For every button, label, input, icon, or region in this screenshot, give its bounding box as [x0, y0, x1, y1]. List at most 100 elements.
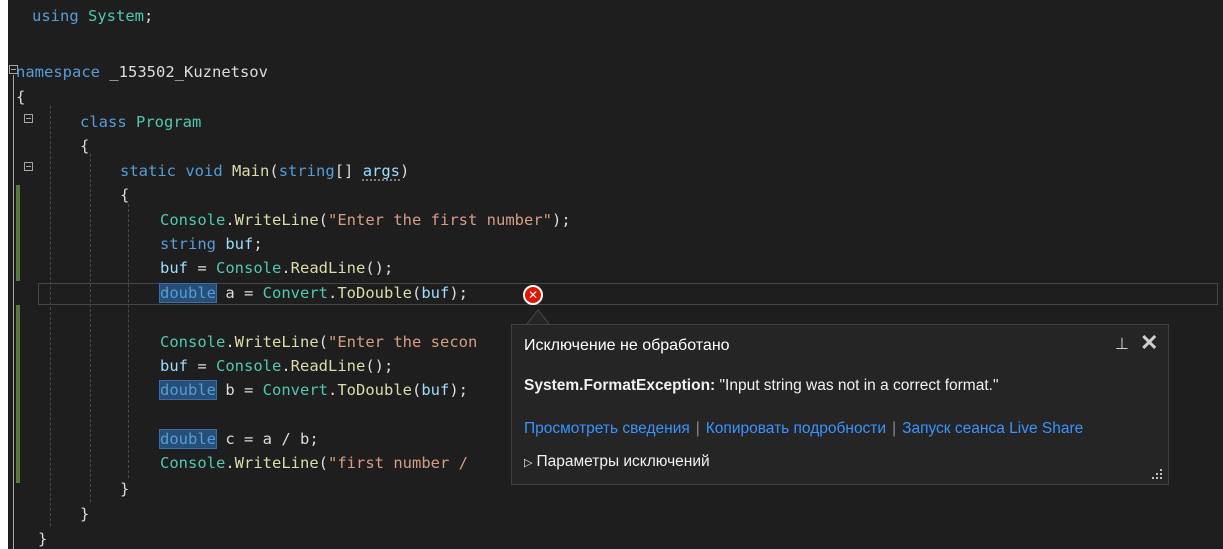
code-line[interactable]: double a = Convert.ToDouble(buf); [8, 281, 1223, 305]
code-line[interactable]: Console.WriteLine("Enter the first numbe… [8, 208, 1223, 232]
code-token: static [120, 162, 176, 180]
code-line[interactable]: { [8, 183, 1223, 207]
code-line-text: } [38, 527, 47, 549]
code-line-text: { [80, 134, 89, 158]
code-line-text: double c = a / b; [159, 427, 319, 451]
code-line[interactable]: } [8, 502, 1223, 526]
code-token: ); [449, 284, 469, 302]
code-line-text: double a = Convert.ToDouble(buf); [159, 281, 469, 305]
exception-settings-label: Параметры исключений [536, 453, 710, 470]
code-line[interactable]: } [8, 527, 1223, 549]
code-line-text: namespace _153502_Kuznetsov [16, 60, 268, 84]
code-line[interactable]: { [8, 85, 1223, 109]
code-token: ) [400, 162, 410, 180]
code-line-text: buf = Console.ReadLine(); [160, 354, 393, 378]
code-line[interactable]: static void Main(string[] args) [8, 159, 1223, 183]
close-icon[interactable]: ✕ [1140, 330, 1158, 356]
code-token: class [80, 113, 127, 131]
exception-message: System.FormatException: "Input string wa… [524, 377, 998, 395]
code-token: . [281, 259, 291, 277]
code-line-text: buf = Console.ReadLine(); [160, 256, 393, 280]
code-token: } [38, 530, 48, 548]
code-token: Console [216, 357, 282, 375]
code-token: using [32, 7, 79, 25]
code-token: (); [365, 357, 394, 375]
popup-pointer-inner [527, 311, 549, 325]
code-token: _153502_Kuznetsov [100, 63, 268, 81]
resize-grip-icon[interactable] [1152, 469, 1162, 479]
link-separator: | [695, 420, 700, 437]
code-token: WriteLine [234, 454, 319, 472]
code-token: (); [365, 259, 394, 277]
exception-text: "Input string was not in a correct forma… [715, 377, 999, 394]
exception-settings-expander[interactable]: ▷ Параметры исключений [524, 453, 710, 471]
code-token: string [160, 235, 216, 253]
code-token: = [188, 259, 216, 277]
code-token: c = a / b; [216, 430, 319, 448]
code-token: ( [318, 211, 329, 229]
code-token: double [159, 283, 217, 303]
code-token: b = [216, 381, 263, 399]
code-line-text: double b = Convert.ToDouble(buf); [159, 378, 469, 402]
code-token: WriteLine [234, 333, 319, 351]
code-token: ( [318, 333, 329, 351]
code-token: . [225, 211, 235, 229]
code-token: { [80, 137, 90, 155]
live-share-link[interactable]: Запуск сеанса Live Share [902, 420, 1083, 437]
code-token: . [328, 381, 338, 399]
code-token: ); [449, 381, 469, 399]
code-line[interactable]: namespace _153502_Kuznetsov [8, 60, 1223, 84]
code-token: Console [160, 211, 226, 229]
code-line[interactable]: class Program [8, 110, 1223, 134]
code-line-text: Console.WriteLine("Enter the secon [160, 330, 477, 354]
error-icon[interactable]: ✕ [523, 285, 543, 305]
exception-type: System.FormatException: [524, 377, 716, 394]
code-line-text: } [120, 477, 129, 501]
code-line-text: using System; [32, 4, 153, 28]
code-token: a = [216, 284, 263, 302]
code-line[interactable]: string buf; [8, 232, 1223, 256]
pin-icon[interactable]: ⊥ [1115, 334, 1129, 354]
code-token: buf [421, 284, 450, 302]
code-token: } [80, 505, 90, 523]
code-line-text: class Program [80, 110, 201, 134]
code-token: void [185, 162, 223, 180]
code-token: double [159, 429, 217, 449]
code-line[interactable]: buf = Console.ReadLine(); [8, 256, 1223, 280]
view-details-link[interactable]: Просмотреть сведения [524, 420, 690, 437]
code-token: { [16, 88, 26, 106]
code-token: double [159, 380, 217, 400]
code-token: "Enter the secon [328, 333, 478, 351]
code-token: Convert [262, 381, 328, 399]
code-token: args [362, 162, 401, 180]
code-token: Console [160, 333, 226, 351]
code-line-text: Console.WriteLine("first number / [160, 451, 477, 475]
copy-details-link[interactable]: Копировать подробности [706, 420, 886, 437]
code-token: ReadLine [290, 259, 366, 277]
code-token: [] [334, 162, 363, 180]
code-token: string [278, 162, 335, 180]
code-token: Convert [262, 284, 328, 302]
code-line-text: static void Main(string[] args) [120, 159, 409, 183]
code-token: ); [551, 211, 571, 229]
code-token: ToDouble [337, 284, 412, 302]
code-token: ( [412, 381, 422, 399]
code-token: Console [216, 259, 282, 277]
code-line[interactable]: { [8, 134, 1223, 158]
code-token: Main [232, 162, 270, 180]
code-token: ; [144, 7, 154, 25]
popup-links: Просмотреть сведения | Копировать подробно… [524, 420, 1083, 438]
code-token: ( [318, 454, 329, 472]
code-token: "first number / [328, 454, 478, 472]
code-token: Program [136, 113, 202, 131]
code-line-text: } [80, 502, 89, 526]
code-line[interactable]: using System; [8, 4, 1223, 28]
code-token: "Enter the first number" [328, 211, 552, 229]
code-token: ; [253, 235, 263, 253]
code-token: Console [160, 454, 226, 472]
